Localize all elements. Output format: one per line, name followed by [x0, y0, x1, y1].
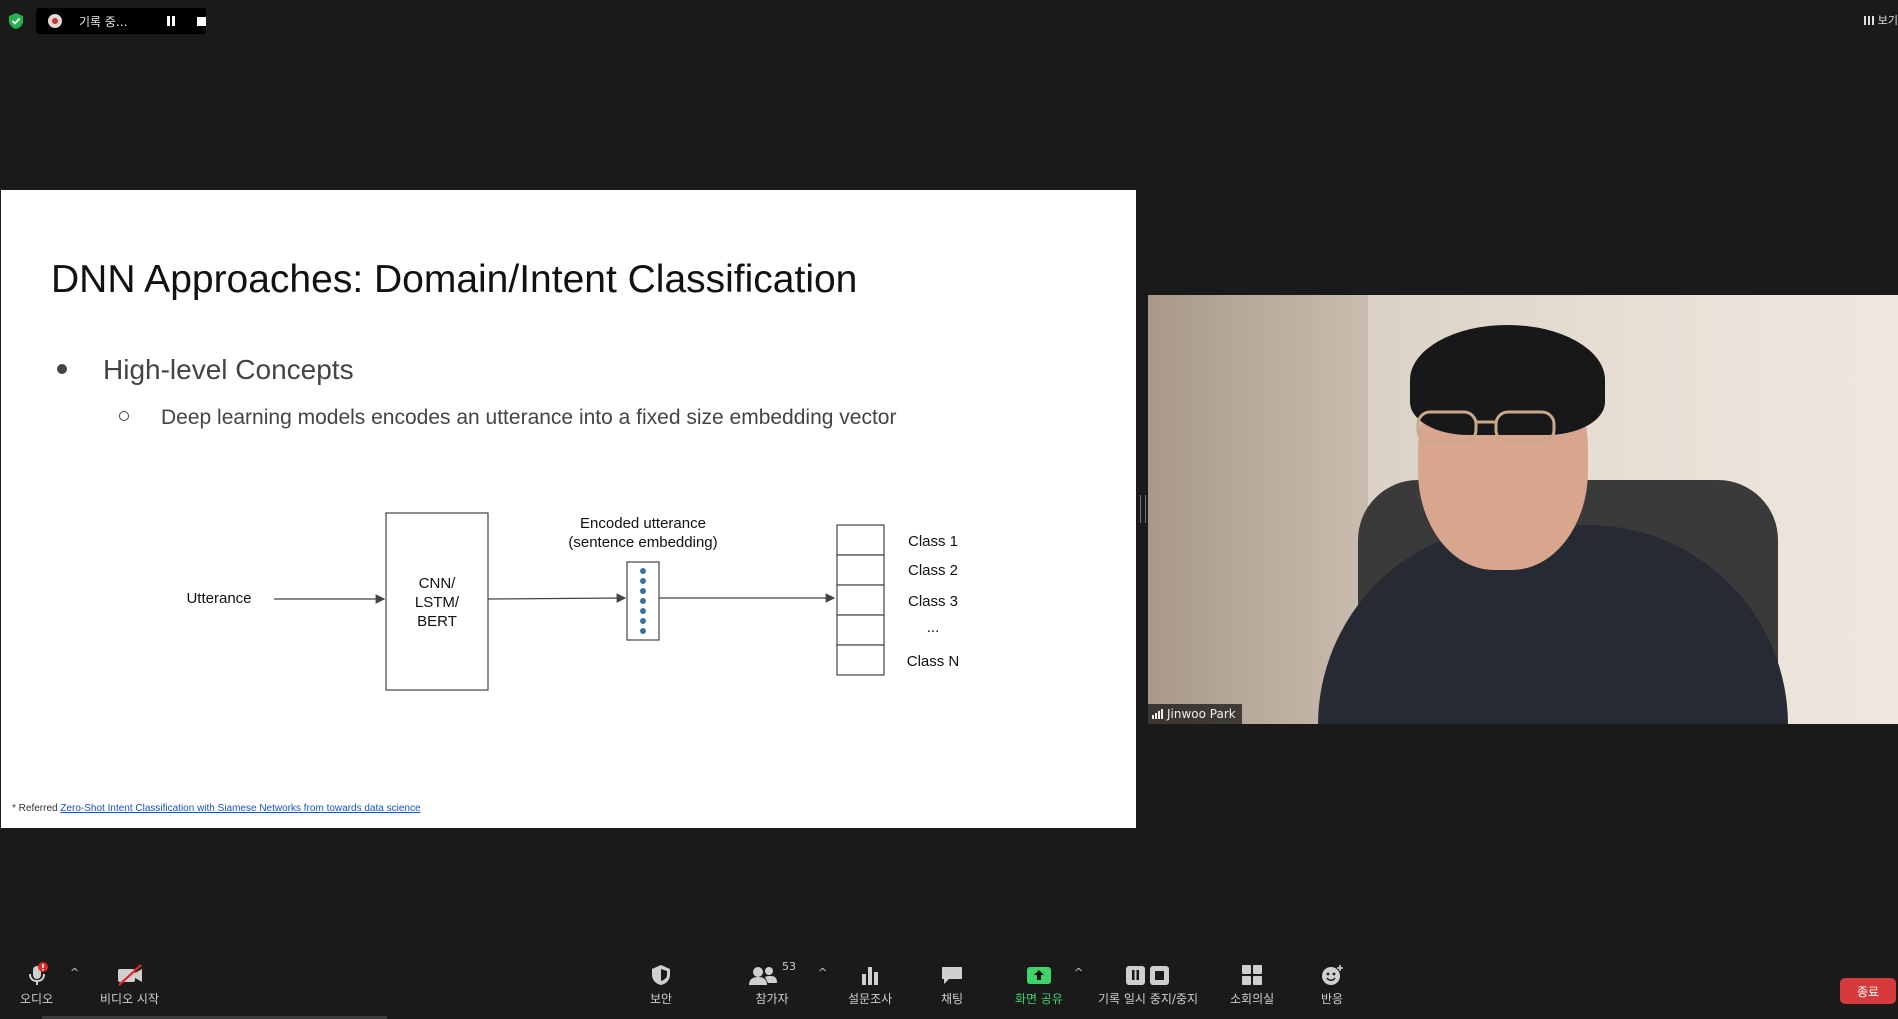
reactions-smiley-icon: [1322, 965, 1343, 985]
encoded-label-line2: (sentence embedding): [568, 534, 717, 551]
breakout-rooms-button[interactable]: 소회의실: [1230, 960, 1274, 1007]
reference-link[interactable]: Zero-Shot Intent Classification with Sia…: [60, 803, 420, 814]
view-button[interactable]: 보기: [1863, 12, 1898, 28]
classification-diagram: Utterance CNN/ LSTM/ BERT Encoded uttera…: [186, 512, 960, 691]
breakout-rooms-grid-icon: [1242, 965, 1263, 985]
security-label: 보안: [650, 992, 673, 1006]
glasses-shape: [1416, 410, 1556, 444]
encoded-label-line1: Encoded utterance: [580, 515, 706, 532]
participant-name-tag: Jinwoo Park: [1148, 704, 1242, 724]
class-label-2: Class 2: [908, 562, 958, 579]
polls-label: 설문조사: [848, 992, 893, 1006]
participants-options-caret-icon[interactable]: ^: [818, 966, 827, 979]
start-video-label: 비디오 시작: [100, 992, 160, 1006]
model-label-line2: LSTM/: [415, 594, 460, 611]
meeting-toolbar: 오디오 ^ 비디오 시작 보안 53 참가자 ^ 설문조사 채팅 화면 공유 ^…: [0, 960, 1898, 1019]
class-label-n: Class N: [907, 653, 960, 670]
security-button[interactable]: 보안: [650, 960, 672, 1007]
participants-button[interactable]: 53 참가자: [748, 960, 796, 1007]
recording-controls-button[interactable]: 기록 일시 중지/중지: [1098, 960, 1198, 1007]
pause-stop-recording-icon: [1126, 966, 1169, 985]
recording-label: 기록 중...: [79, 14, 128, 29]
share-screen-button[interactable]: 화면 공유: [1015, 960, 1063, 1007]
split-view-drag-handle[interactable]: [1140, 495, 1146, 523]
participant-name: Jinwoo Park: [1167, 707, 1236, 721]
end-meeting-button[interactable]: 종료: [1840, 978, 1896, 1004]
class-label-1: Class 1: [908, 533, 958, 550]
start-video-button[interactable]: 비디오 시작: [100, 960, 159, 1007]
class-label-ellipsis: ...: [927, 619, 940, 636]
pause-recording-icon[interactable]: [167, 16, 177, 26]
end-meeting-label: 종료: [1856, 984, 1880, 999]
arrow-model-to-embedding: [487, 593, 627, 603]
reactions-label: 반응: [1320, 992, 1344, 1006]
share-options-caret-icon[interactable]: ^: [1074, 966, 1083, 979]
participant-video[interactable]: Jinwoo Park: [1148, 295, 1898, 724]
microphone-alert-icon: [28, 962, 48, 985]
class-label-3: Class 3: [908, 593, 958, 610]
stop-recording-icon[interactable]: [197, 16, 206, 26]
model-label-line1: CNN/: [419, 575, 456, 592]
audio-label: 오디오: [20, 992, 54, 1006]
video-off-icon: [117, 964, 142, 986]
chat-button[interactable]: 채팅: [940, 960, 964, 1007]
recording-indicator[interactable]: 기록 중...: [36, 8, 206, 34]
share-screen-arrow-icon: [1026, 967, 1051, 984]
top-bar: 기록 중... 보기: [0, 0, 1898, 40]
shared-slide: DNN Approaches: Domain/Intent Classifica…: [1, 190, 1136, 828]
model-label-line3: BERT: [417, 613, 457, 630]
reference-prefix: * Referred: [12, 803, 58, 814]
signal-strength-icon: [1152, 709, 1163, 719]
slide-reference: * Referred Zero-Shot Intent Classificati…: [12, 803, 421, 814]
breakout-rooms-label: 소회의실: [1230, 992, 1275, 1006]
participants-icon: [749, 967, 777, 985]
polls-bar-chart-icon: [862, 967, 879, 985]
class-boxes: [836, 524, 885, 676]
recording-controls-label: 기록 일시 중지/중지: [1098, 992, 1198, 1006]
participants-label: 참가자: [755, 992, 789, 1006]
recording-dot-icon: [48, 14, 62, 28]
chat-bubble-icon: [942, 967, 962, 984]
participants-count: 53: [782, 960, 796, 973]
share-screen-label: 화면 공유: [1015, 992, 1063, 1006]
view-grid-icon: [1863, 15, 1874, 25]
audio-button[interactable]: 오디오: [20, 960, 53, 1007]
security-shield-icon: [9, 13, 23, 29]
utterance-label: Utterance: [186, 590, 251, 607]
reactions-button[interactable]: 반응: [1320, 960, 1344, 1007]
view-label: 보기: [1877, 14, 1898, 27]
security-shield-icon: [652, 965, 671, 985]
chat-label: 채팅: [940, 992, 964, 1006]
polls-button[interactable]: 설문조사: [848, 960, 892, 1007]
audio-options-caret-icon[interactable]: ^: [70, 966, 79, 979]
